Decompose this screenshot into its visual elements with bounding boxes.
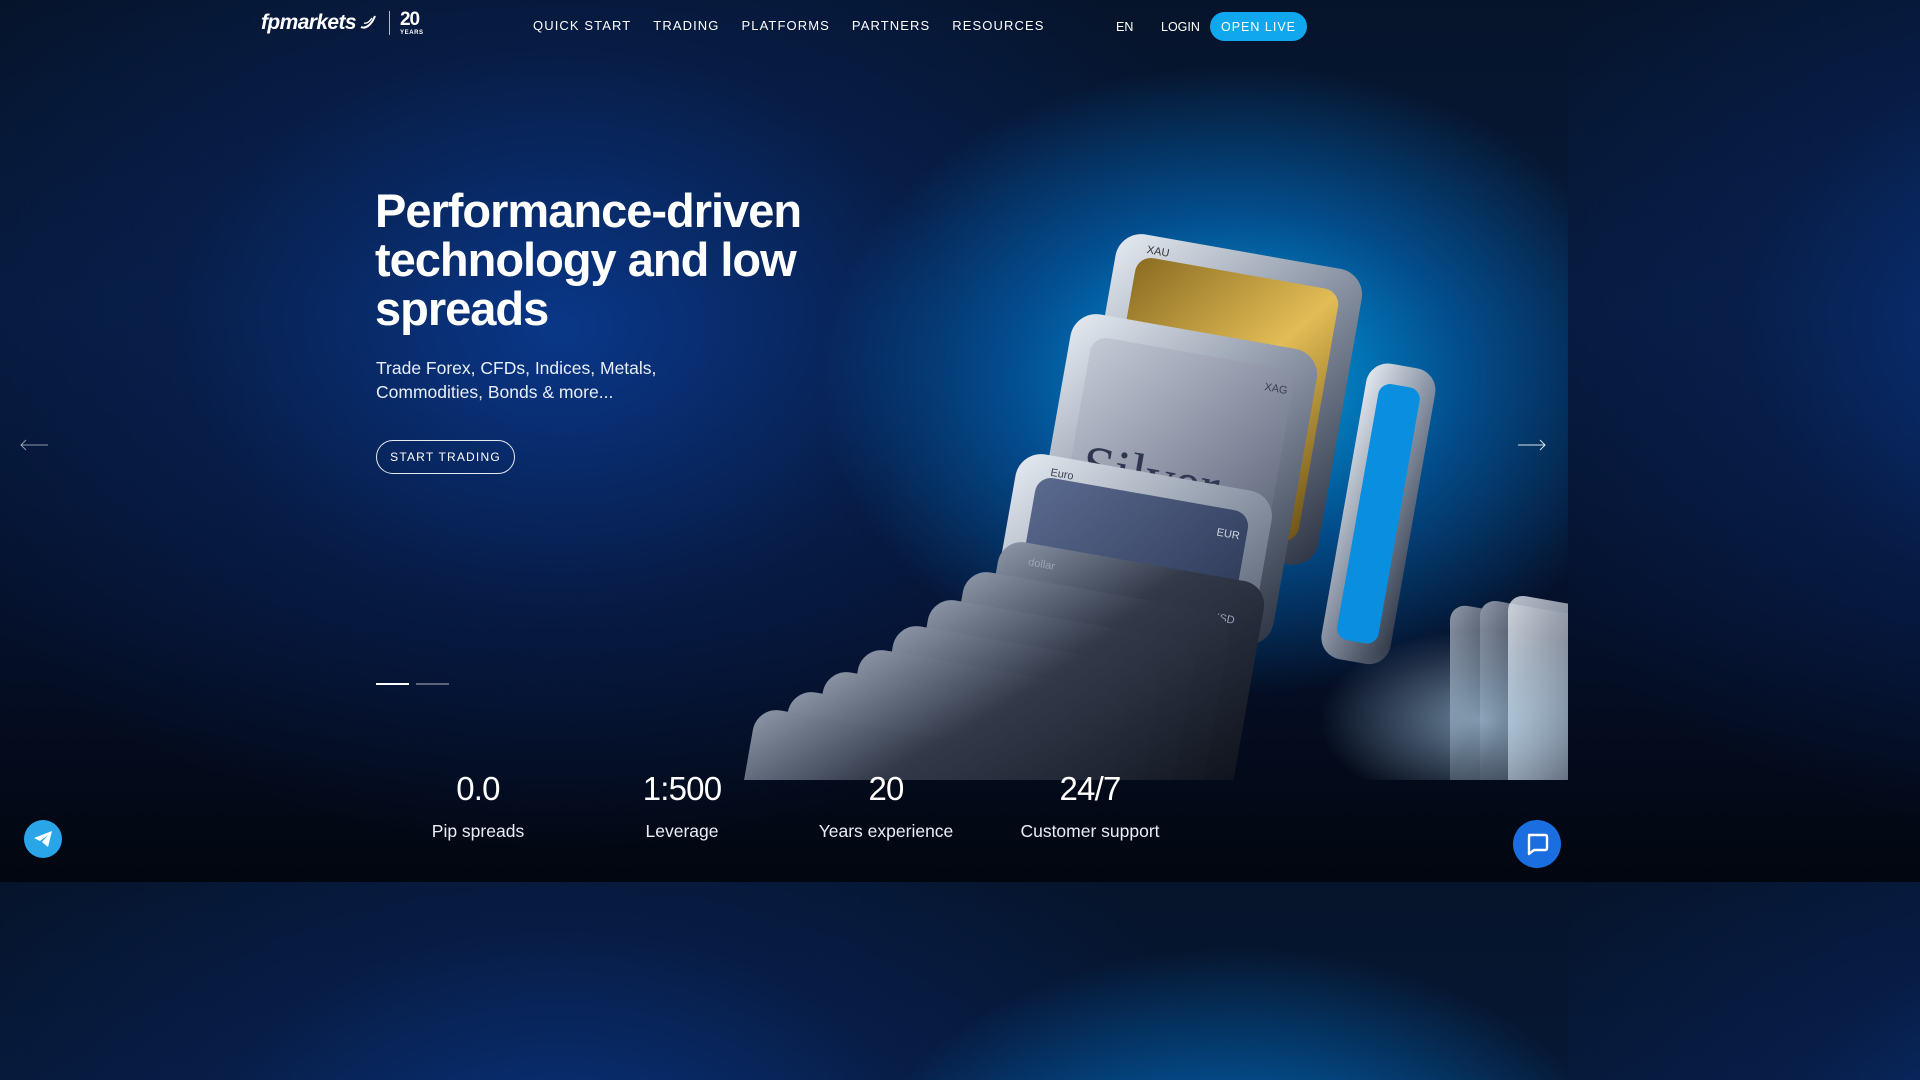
nav-item-partners[interactable]: PARTNERS [852, 18, 930, 33]
chat-icon [1527, 833, 1549, 856]
stat-leverage: 1:500 Leverage [582, 770, 782, 842]
nav-item-platforms[interactable]: PLATFORMS [742, 18, 830, 33]
login-link[interactable]: LOGIN [1161, 20, 1200, 34]
stat-label: Pip spreads [431, 821, 525, 841]
slide-dot-2[interactable] [416, 683, 449, 685]
site-header: fpmarkets 20 YEARS QUICK START TRADING P… [0, 0, 1568, 52]
logo-swoosh-icon [360, 15, 376, 29]
nav-item-quick-start[interactable]: QUICK START [533, 18, 631, 33]
stat-years-experience: 20 Years experience [786, 770, 986, 842]
stat-label: Leverage [645, 821, 719, 841]
hero-title: Performance-driven technology and low sp… [375, 184, 802, 335]
nav-item-resources[interactable]: RESOURCES [952, 18, 1044, 33]
stat-value: 20 [868, 770, 904, 807]
anniversary-badge: 20 YEARS [400, 10, 424, 36]
arrow-right-icon[interactable] [1517, 437, 1547, 453]
anniversary-number: 20 [399, 9, 420, 30]
logo-divider [388, 11, 390, 35]
open-live-button[interactable]: OPEN LIVE [1210, 12, 1307, 41]
stat-value: 24/7 [1059, 770, 1121, 807]
anniversary-label: YEARS [399, 30, 424, 36]
brand-logo[interactable]: fpmarkets 20 YEARS [261, 10, 424, 36]
tile-stack: dollar USD [720, 542, 1265, 780]
language-selector[interactable]: EN [1116, 20, 1133, 34]
stat-value: 0.0 [456, 770, 500, 807]
live-chat-button[interactable] [1513, 820, 1561, 868]
stat-label: Customer support [1020, 821, 1160, 841]
slide-dot-1[interactable] [376, 683, 409, 685]
telegram-button[interactable] [24, 820, 62, 858]
stat-label: Years experience [818, 821, 954, 841]
stat-pip-spreads: 0.0 Pip spreads [378, 770, 578, 842]
telegram-icon [34, 831, 52, 847]
stat-customer-support: 24/7 Customer support [990, 770, 1190, 842]
nav-item-trading[interactable]: TRADING [653, 18, 719, 33]
slider-pagination [376, 683, 449, 685]
main-nav: QUICK START TRADING PLATFORMS PARTNERS R… [533, 18, 1045, 33]
hero-subtitle: Trade Forex, CFDs, Indices, Metals, Comm… [376, 358, 657, 402]
stat-value: 1:500 [642, 770, 722, 807]
start-trading-button[interactable]: START TRADING [376, 440, 515, 474]
arrow-left-icon[interactable] [19, 437, 49, 453]
logo-wordmark: fpmarkets [261, 11, 357, 34]
